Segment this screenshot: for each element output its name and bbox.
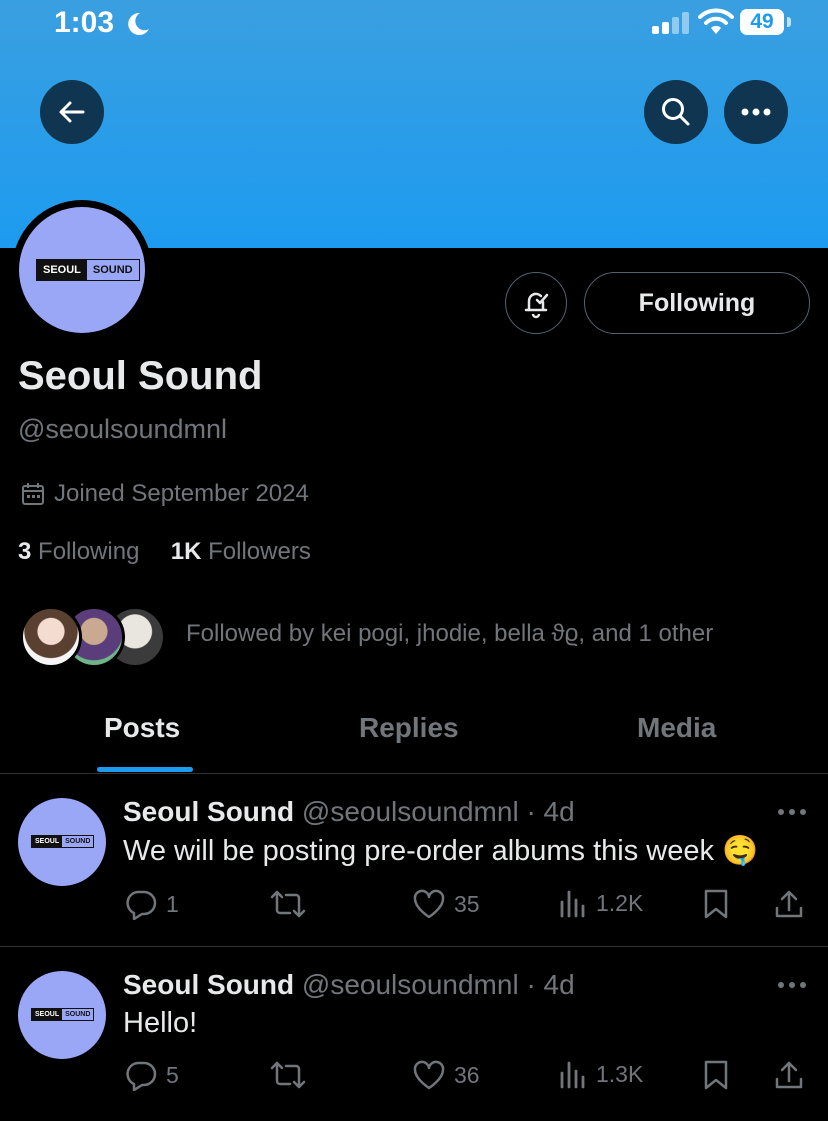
- search-icon: [662, 98, 690, 126]
- reply-button[interactable]: 5: [124, 1059, 179, 1091]
- repost-button[interactable]: [270, 1059, 314, 1091]
- like-count: 36: [454, 1061, 480, 1088]
- more-options-button[interactable]: [724, 80, 788, 144]
- search-button[interactable]: [644, 80, 708, 144]
- reply-icon: [126, 1061, 157, 1091]
- notifications-button[interactable]: [505, 272, 567, 334]
- share-button[interactable]: [774, 888, 812, 920]
- reply-button[interactable]: 1: [124, 888, 179, 920]
- follower-avatar[interactable]: [20, 606, 82, 668]
- following-button[interactable]: Following: [584, 272, 810, 334]
- views-count: 1.2K: [596, 889, 644, 916]
- logo-text-left: SEOUL: [37, 260, 87, 280]
- post-header: Seoul Sound @seoulsoundmnl · 4d: [123, 796, 575, 828]
- post-item[interactable]: SEOUL SOUND Seoul Sound @seoulsoundmnl ·…: [0, 947, 828, 1121]
- more-icon: [741, 108, 771, 116]
- logo-text-right: SOUND: [65, 838, 91, 845]
- battery-indicator: 49: [740, 9, 792, 37]
- active-tab-indicator: [97, 767, 193, 772]
- views-button[interactable]: 1.2K: [558, 888, 643, 918]
- views-count: 1.3K: [596, 1060, 644, 1087]
- post-text: Hello!: [123, 1007, 198, 1039]
- repost-button[interactable]: [270, 888, 314, 920]
- joined-date: Joined September 2024: [20, 480, 309, 508]
- post-meta: @seoulsoundmnl · 4d: [301, 796, 575, 827]
- bell-icon: [524, 292, 549, 319]
- views-icon: [560, 1061, 585, 1089]
- like-button[interactable]: 36: [412, 1059, 480, 1091]
- bookmark-button[interactable]: [702, 888, 738, 920]
- followers-label: Followers: [208, 538, 311, 565]
- post-author-name[interactable]: Seoul Sound: [123, 969, 294, 1000]
- bookmark-icon: [704, 889, 728, 919]
- views-button[interactable]: 1.3K: [558, 1059, 643, 1089]
- share-icon: [775, 1061, 803, 1089]
- followers-count: 1K: [170, 538, 202, 565]
- reply-count: 1: [166, 890, 179, 917]
- bookmark-button[interactable]: [702, 1059, 738, 1091]
- post-meta: @seoulsoundmnl · 4d: [301, 969, 575, 1000]
- back-arrow-icon: [59, 101, 85, 123]
- repost-icon: [270, 890, 306, 918]
- post-text: We will be posting pre-order albums this…: [123, 835, 759, 867]
- reply-count: 5: [166, 1061, 179, 1088]
- seoul-sound-logo: SEOUL SOUND: [31, 835, 95, 848]
- share-icon: [775, 890, 803, 918]
- profile-handle: @seoulsoundmnl: [18, 414, 228, 444]
- repost-icon: [270, 1061, 306, 1089]
- share-button[interactable]: [774, 1059, 812, 1091]
- status-time: 1:03: [54, 6, 115, 39]
- tab-media[interactable]: Media: [637, 712, 716, 744]
- post-avatar[interactable]: SEOUL SOUND: [18, 971, 106, 1059]
- like-count: 35: [454, 890, 480, 917]
- views-icon: [560, 890, 585, 918]
- profile-avatar-image: SEOUL SOUND: [19, 207, 145, 333]
- post-header: Seoul Sound @seoulsoundmnl · 4d: [123, 969, 575, 1001]
- reply-icon: [126, 890, 157, 920]
- battery-cap: [787, 17, 791, 27]
- post-avatar[interactable]: SEOUL SOUND: [18, 798, 106, 886]
- post-author-name[interactable]: Seoul Sound: [123, 796, 294, 827]
- following-label: Following: [38, 538, 140, 565]
- like-button[interactable]: 35: [412, 888, 480, 920]
- logo-text-right: SOUND: [65, 1011, 91, 1018]
- back-button[interactable]: [40, 80, 104, 144]
- following-count: 3: [18, 538, 32, 565]
- bookmark-icon: [704, 1060, 728, 1090]
- like-icon: [413, 889, 445, 919]
- logo-text-left: SEOUL: [32, 836, 63, 847]
- logo-text-right: SOUND: [92, 264, 133, 276]
- tab-replies[interactable]: Replies: [359, 712, 459, 744]
- wifi-icon: [698, 8, 734, 34]
- like-icon: [413, 1060, 445, 1090]
- seoul-sound-logo: SEOUL SOUND: [31, 1008, 95, 1021]
- seoul-sound-logo: SEOUL SOUND: [36, 259, 140, 281]
- logo-text-left: SEOUL: [32, 1009, 63, 1020]
- profile-avatar[interactable]: SEOUL SOUND: [12, 200, 152, 340]
- followed-by-text[interactable]: Followed by kei pogi, jhodie, bella ϑϱ, …: [186, 620, 713, 648]
- tab-posts[interactable]: Posts: [104, 712, 180, 744]
- joined-text: Joined September 2024: [54, 480, 309, 507]
- follow-counts: 3 Following 1K Followers: [18, 538, 311, 566]
- post-item[interactable]: SEOUL SOUND Seoul Sound @seoulsoundmnl ·…: [0, 774, 828, 946]
- more-icon[interactable]: [776, 807, 808, 817]
- more-icon[interactable]: [776, 980, 808, 990]
- following-count-link[interactable]: 3 Following: [18, 538, 139, 565]
- moon-icon: [128, 12, 149, 35]
- profile-name: Seoul Sound: [18, 354, 263, 398]
- followers-count-link[interactable]: 1K Followers: [171, 538, 311, 565]
- cellular-signal-icon: [652, 12, 689, 34]
- calendar-icon: [22, 483, 44, 505]
- battery-level: 49: [740, 9, 784, 35]
